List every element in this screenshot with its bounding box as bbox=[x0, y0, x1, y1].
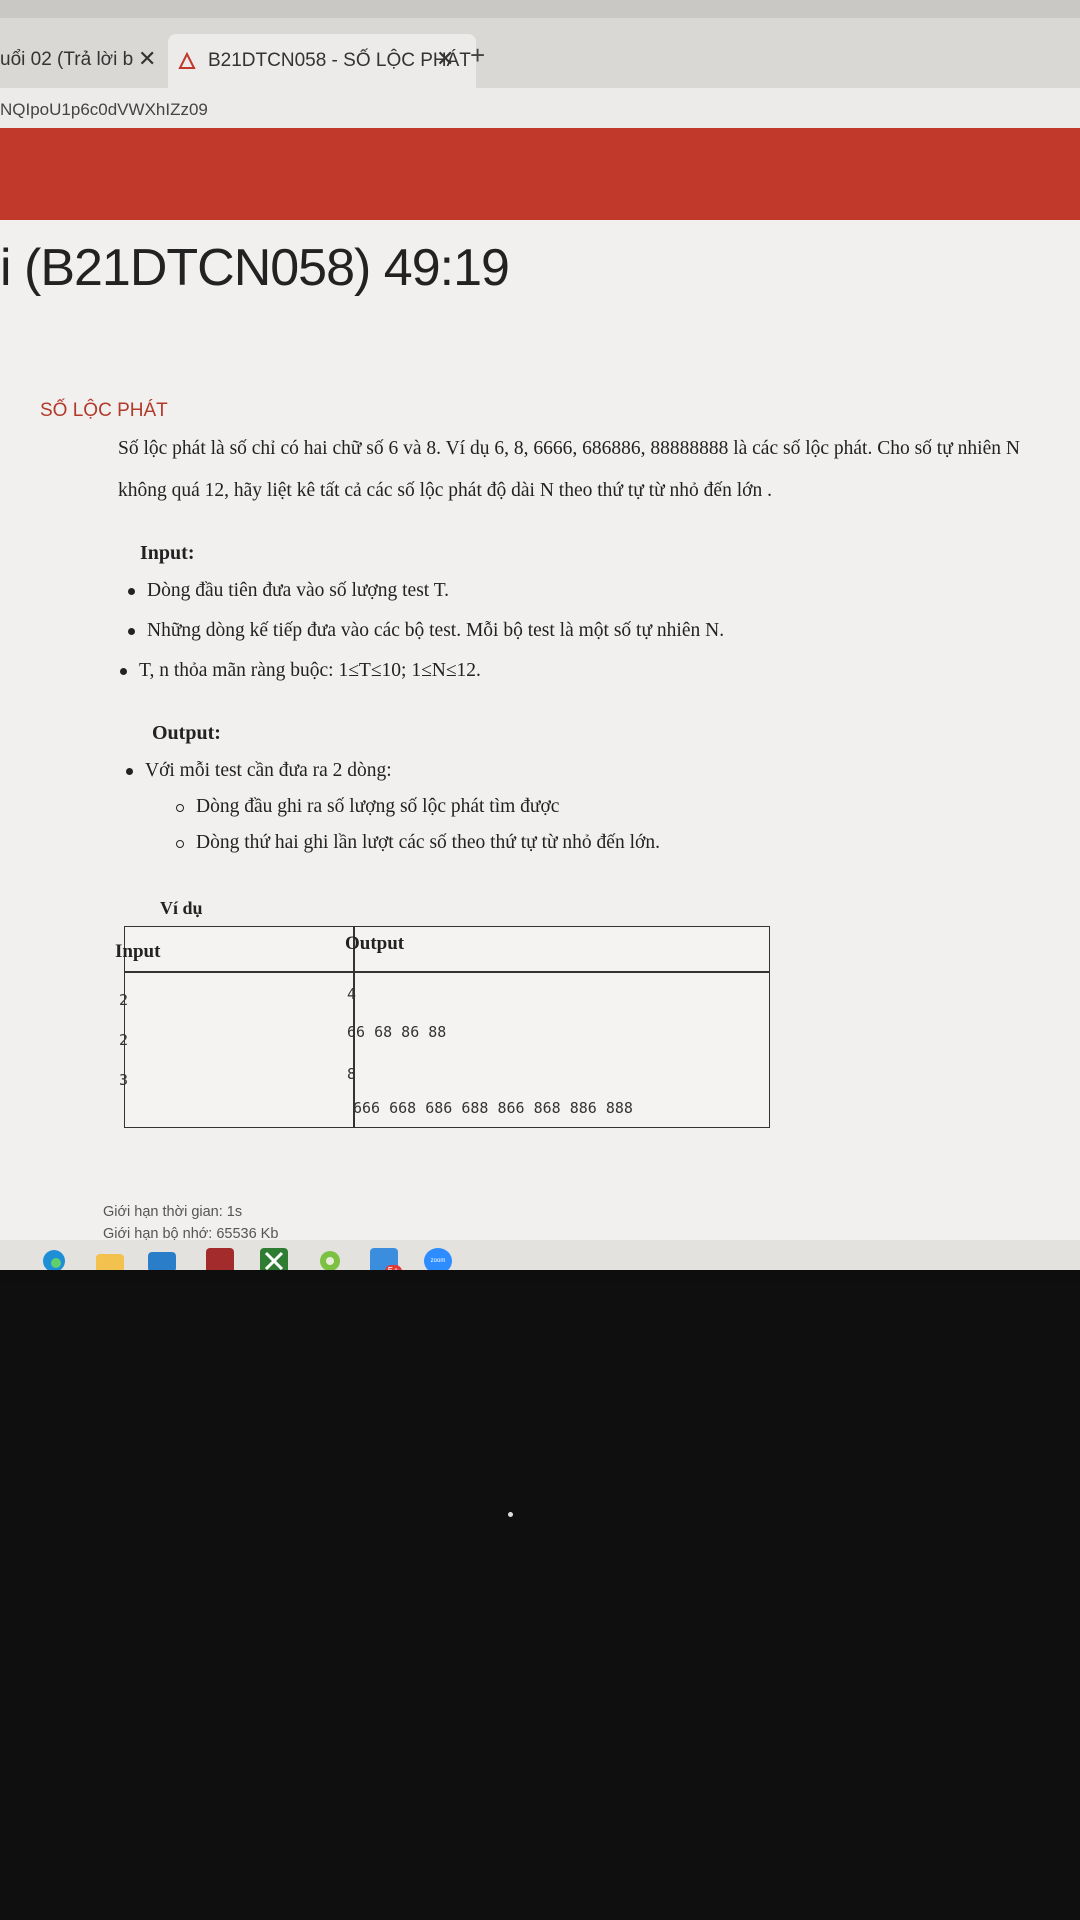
example-table: Input Output 2 2 3 4 66 68 86 88 8 666 6… bbox=[115, 926, 770, 1128]
bullet-icon bbox=[126, 768, 133, 776]
app-icon[interactable] bbox=[206, 1248, 234, 1270]
input-cell-line: 2 bbox=[119, 991, 129, 1009]
problem-name: SỐ LỘC PHÁT bbox=[40, 400, 168, 421]
tab-close-icon[interactable]: ✕ bbox=[138, 46, 156, 72]
tab-label: B21DTCN058 - SỐ LỘC PHÁT bbox=[208, 50, 471, 71]
edge-icon[interactable] bbox=[40, 1248, 68, 1270]
sub-list-item: Dòng thứ hai ghi lần lượt các số theo th… bbox=[176, 832, 660, 854]
bullet-icon bbox=[128, 588, 135, 596]
notification-badge: 5+ bbox=[384, 1265, 402, 1270]
output-cell-line: 66 68 86 88 bbox=[347, 1023, 447, 1041]
input-cell-line: 2 bbox=[119, 1031, 129, 1049]
badge-app-icon[interactable]: 5+ bbox=[370, 1248, 402, 1270]
zoom-icon[interactable]: zoom bbox=[424, 1248, 452, 1270]
tab-label: uổi 02 (Trả lời b bbox=[0, 49, 134, 70]
input-cell-line: 3 bbox=[119, 1071, 129, 1089]
list-item: Dòng đầu tiên đưa vào số lượng test T. bbox=[128, 580, 449, 602]
output-heading: Output: bbox=[152, 722, 221, 744]
example-heading: Ví dụ bbox=[160, 898, 203, 918]
url-text[interactable]: NQIpoU1p6c0dVWXhIZz09 bbox=[0, 100, 208, 120]
site-header-banner bbox=[0, 128, 1080, 220]
problem-page: i (B21DTCN058) 49:19 SỐ LỘC PHÁT Số lộc … bbox=[0, 220, 1080, 1250]
app-green-icon[interactable] bbox=[316, 1248, 344, 1270]
page-title: i (B21DTCN058) 49:19 bbox=[0, 239, 510, 297]
time-limit: Giới hạn thời gian: 1s bbox=[103, 1204, 243, 1220]
tab-active[interactable]: B21DTCN058 - SỐ LỘC PHÁT bbox=[168, 34, 476, 88]
window-top-edge bbox=[0, 0, 1080, 18]
screen: uổi 02 (Trả lời b ✕ B21DTCN058 - SỐ LỘC … bbox=[0, 0, 1080, 1270]
bullet-icon bbox=[120, 668, 127, 676]
tab-previous[interactable]: uổi 02 (Trả lời b bbox=[0, 38, 160, 82]
bullet-icon bbox=[128, 628, 135, 636]
tab-close-icon[interactable]: ✕ bbox=[436, 46, 454, 72]
output-cell-line: 8 bbox=[347, 1065, 357, 1083]
dark-area bbox=[0, 1284, 1080, 1920]
cursor-dot bbox=[508, 1512, 513, 1517]
table-header-input: Input bbox=[115, 941, 161, 962]
file-explorer-icon[interactable] bbox=[96, 1254, 124, 1270]
browser-tab-bar: uổi 02 (Trả lời b ✕ B21DTCN058 - SỐ LỘC … bbox=[0, 0, 1080, 88]
sub-list-item: Dòng đầu ghi ra số lượng số lộc phát tìm… bbox=[176, 796, 559, 818]
circle-bullet-icon bbox=[176, 803, 184, 812]
input-heading: Input: bbox=[140, 542, 195, 564]
table-divider bbox=[125, 971, 769, 973]
list-item: Những dòng kế tiếp đưa vào các bộ test. … bbox=[128, 620, 724, 642]
circle-bullet-icon bbox=[176, 839, 184, 848]
list-item: T, n thỏa mãn ràng buộc: 1≤T≤10; 1≤N≤12. bbox=[120, 660, 481, 682]
table-header-output: Output bbox=[345, 933, 405, 954]
new-tab-button[interactable]: + bbox=[470, 40, 485, 71]
mail-icon[interactable] bbox=[148, 1252, 176, 1270]
description-line: Số lộc phát là số chỉ có hai chữ số 6 và… bbox=[118, 438, 1020, 459]
output-cell-line: 4 bbox=[347, 985, 357, 1003]
list-item: Với mỗi test cần đưa ra 2 dòng: bbox=[126, 760, 392, 782]
description-line: không quá 12, hãy liệt kê tất cả các số … bbox=[118, 480, 772, 501]
windows-taskbar: 5+ zoom bbox=[0, 1240, 1080, 1270]
xbox-icon[interactable] bbox=[260, 1248, 288, 1270]
site-favicon-icon bbox=[176, 50, 198, 72]
output-cell-line: 666 668 686 688 866 868 886 888 bbox=[353, 1099, 633, 1117]
